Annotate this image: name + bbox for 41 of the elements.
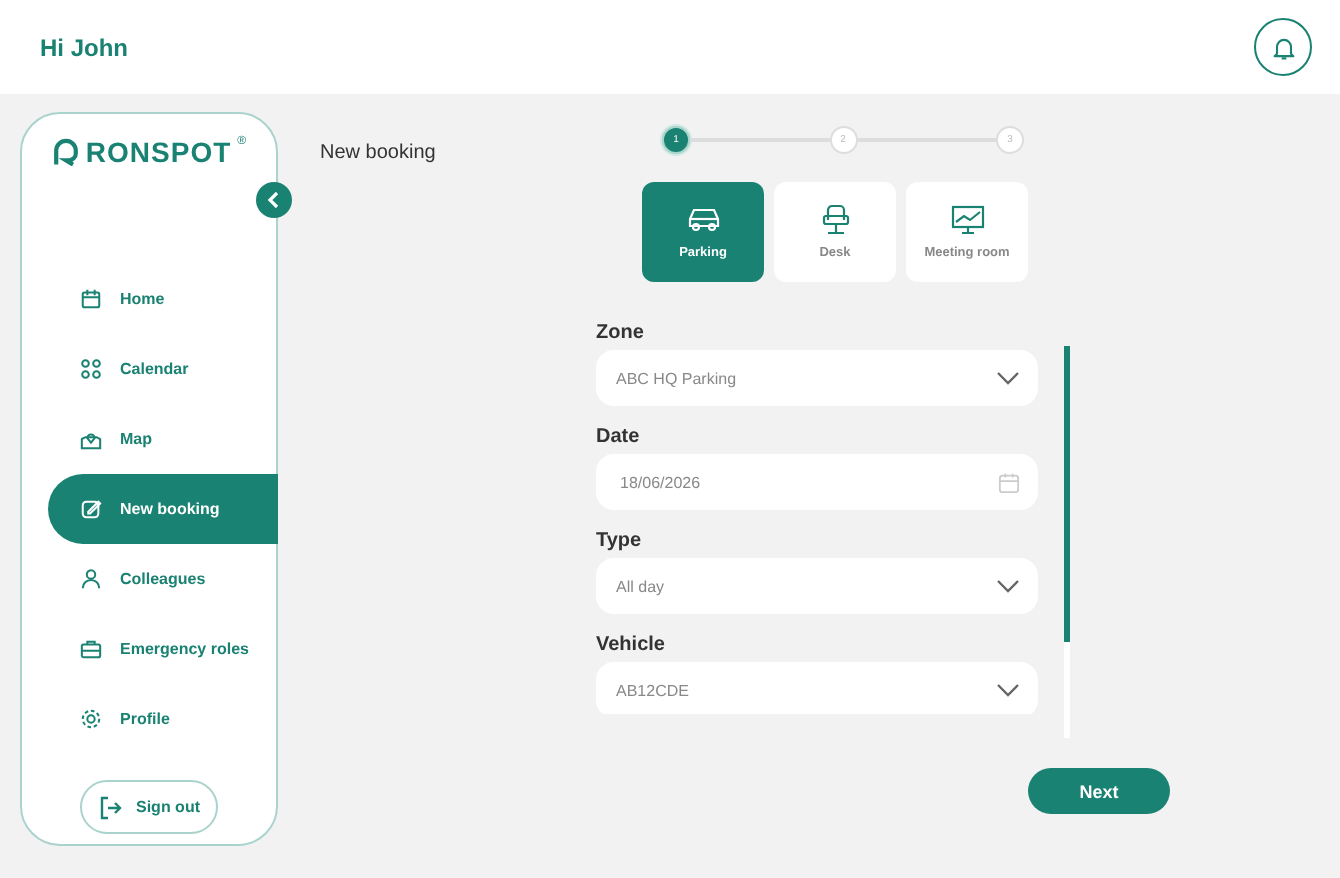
nav-item[interactable]: Calendar xyxy=(48,334,278,404)
greeting: Hi John xyxy=(40,33,128,61)
notifications-button[interactable] xyxy=(1254,18,1312,76)
briefcase-icon xyxy=(80,638,102,660)
sign-out-button[interactable]: Sign out xyxy=(80,780,218,834)
grid-icon xyxy=(80,358,102,380)
logo-text: RONSPOT xyxy=(85,136,232,168)
scrollbar[interactable] xyxy=(1064,346,1070,738)
chevron-left-icon xyxy=(264,190,284,210)
dropdown-field[interactable]: All day xyxy=(596,558,1038,614)
nav-item[interactable]: Profile xyxy=(48,684,278,754)
date-field[interactable]: 18/06/2026 xyxy=(596,454,1038,510)
page-title: New booking xyxy=(320,142,436,164)
field-label: Vehicle xyxy=(596,634,667,656)
edit-icon xyxy=(80,498,102,520)
dropdown-field[interactable]: ABC HQ Parking xyxy=(596,350,1038,406)
nav-item[interactable]: Map xyxy=(48,404,278,474)
collapse-button[interactable] xyxy=(256,182,292,218)
gear-icon xyxy=(80,708,102,730)
nav-item[interactable]: New booking xyxy=(48,474,278,544)
chevron-down-icon xyxy=(996,682,1020,698)
calendar-icon xyxy=(998,471,1020,493)
dropdown-field[interactable]: AB12CDE xyxy=(596,662,1038,714)
bell-icon xyxy=(1269,33,1297,61)
chevron-down-icon xyxy=(996,370,1020,386)
nav-item[interactable]: Colleagues xyxy=(48,544,278,614)
calendar-icon xyxy=(80,288,102,310)
nav-item[interactable]: Emergency roles xyxy=(48,614,278,684)
chevron-down-icon xyxy=(996,578,1020,594)
person-icon xyxy=(80,568,102,590)
next-button[interactable]: Next xyxy=(1028,768,1170,814)
monitor-icon xyxy=(949,204,985,236)
chair-icon xyxy=(817,204,853,236)
nav-item[interactable]: Home xyxy=(48,264,278,334)
field-label: Zone xyxy=(596,322,646,344)
sign-out-icon xyxy=(98,795,122,819)
field-label: Date xyxy=(596,426,642,448)
map-icon xyxy=(80,428,102,450)
field-label: Type xyxy=(596,530,644,552)
car-icon xyxy=(685,204,721,236)
logo-icon xyxy=(51,138,80,166)
